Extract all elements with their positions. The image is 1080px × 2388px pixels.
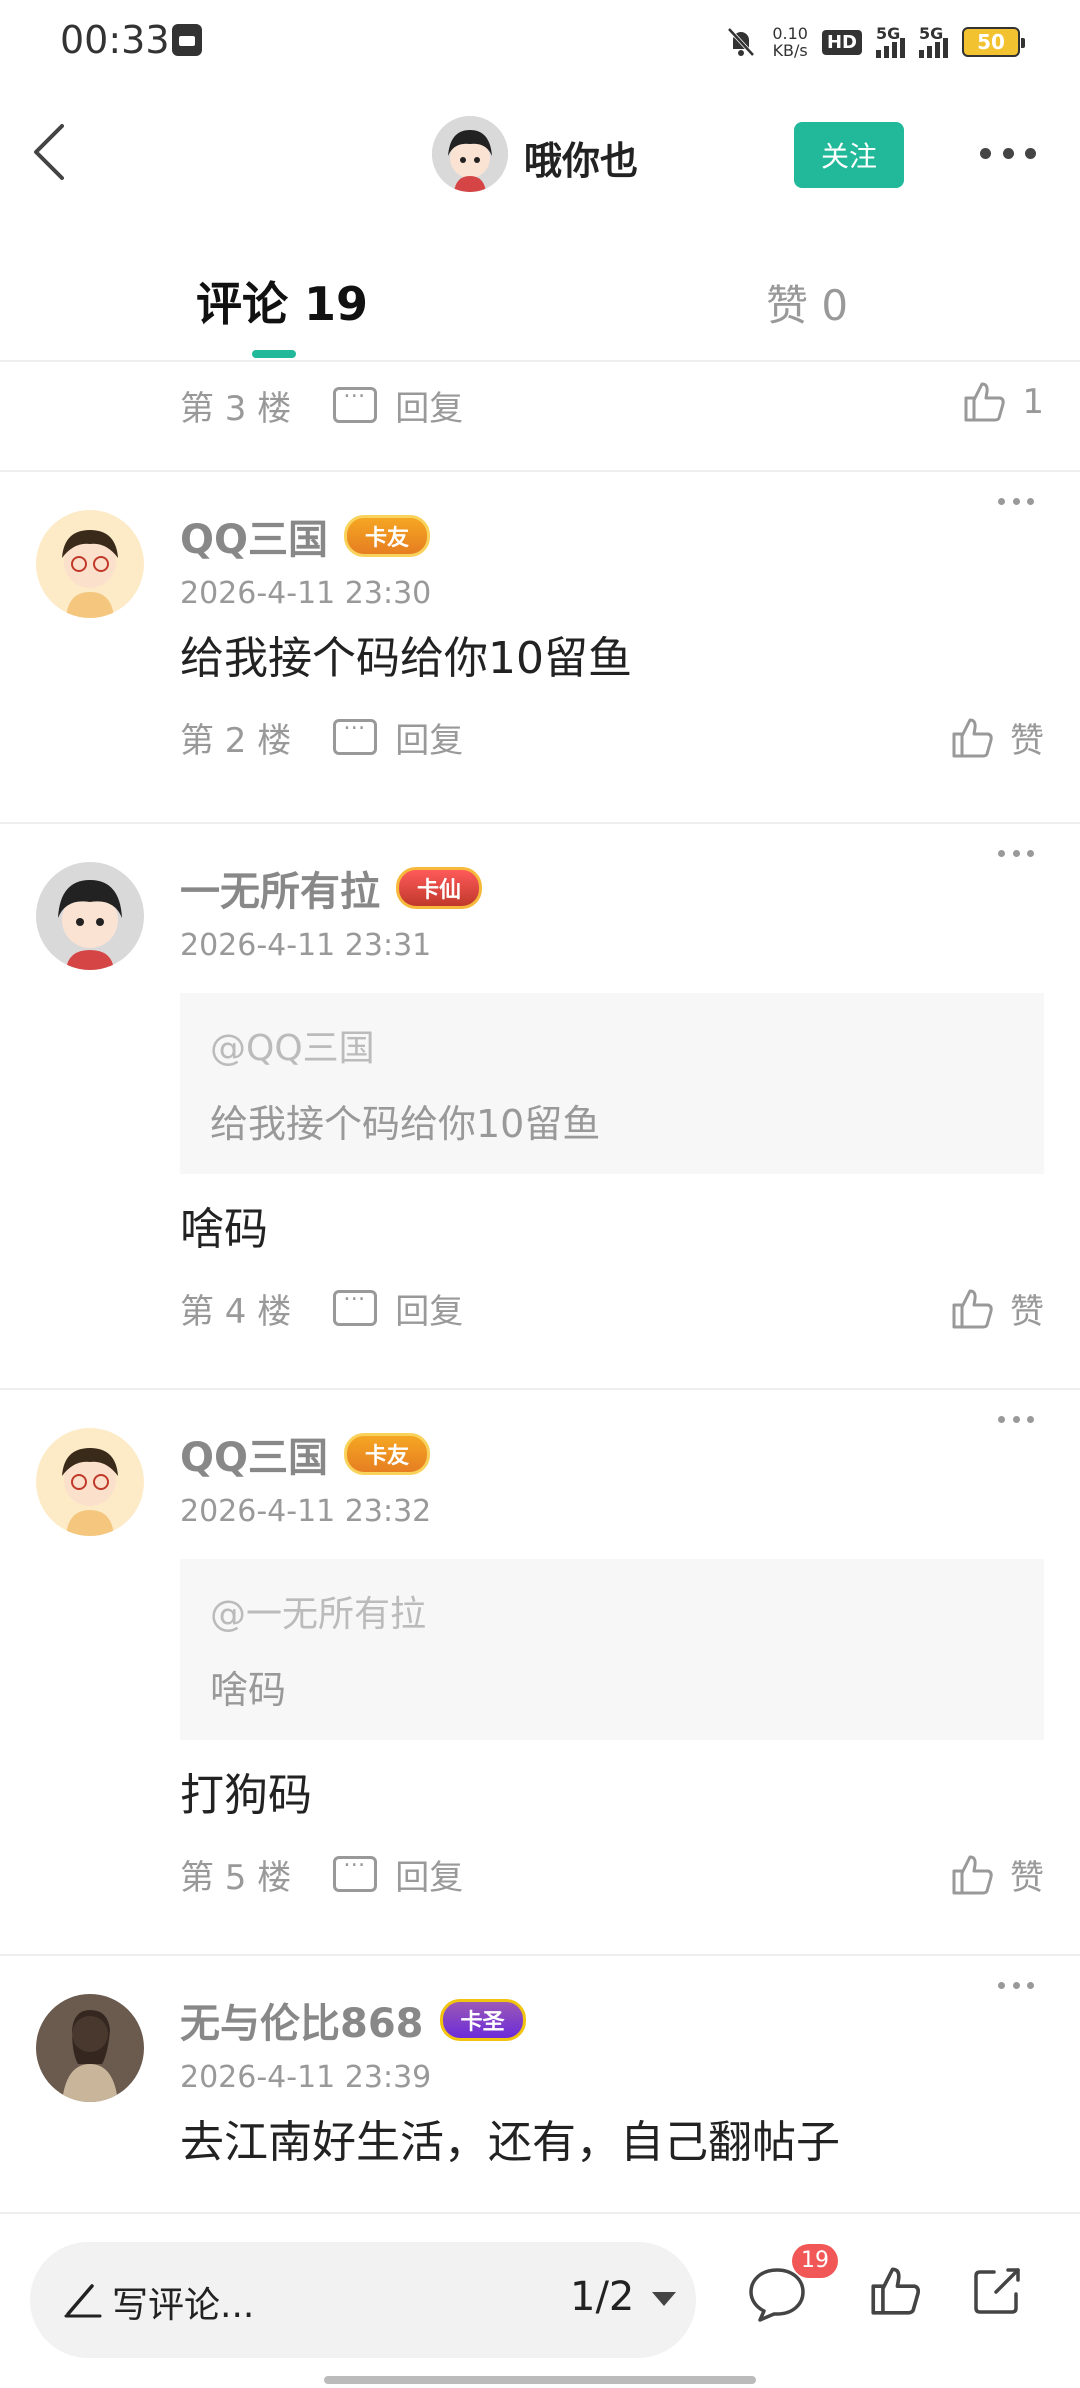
home-indicator[interactable] xyxy=(324,2376,756,2384)
top-nav: 哦你也 关注 xyxy=(0,84,1080,224)
net-speed: 0.10 KB/s xyxy=(772,25,808,59)
more-options-icon[interactable] xyxy=(980,148,1036,162)
reply-button[interactable]: 回复 xyxy=(333,710,464,762)
comment-item-partial: 第 3 楼 回复 1 xyxy=(0,362,1080,472)
like-button[interactable]: 赞 xyxy=(948,1850,1044,1899)
reply-icon xyxy=(333,378,378,423)
quoted-comment[interactable]: @QQ三国 给我接个码给你10留鱼 xyxy=(180,993,1044,1174)
reply-label: 回复 xyxy=(395,388,464,429)
quoted-text: 啥码 xyxy=(210,1668,287,1712)
status-time: 00:33 xyxy=(60,18,170,62)
user-level-badge: 卡友 xyxy=(344,515,431,557)
user-avatar[interactable] xyxy=(36,1428,144,1536)
hd-badge: HD xyxy=(821,29,862,55)
like-label: 赞 xyxy=(1010,721,1044,761)
user-avatar[interactable] xyxy=(36,1994,144,2102)
reply-icon xyxy=(333,1847,378,1892)
comment-more-icon[interactable] xyxy=(998,498,1034,506)
pen-icon xyxy=(64,2284,102,2318)
quoted-user: @一无所有拉 xyxy=(210,1594,427,1635)
follow-button[interactable]: 关注 xyxy=(794,122,904,188)
user-level-badge: 卡仙 xyxy=(396,867,483,909)
tab-comments[interactable]: 评论 19 xyxy=(196,268,368,334)
floor-label: 第 2 楼 xyxy=(180,720,292,761)
floor-label: 第 3 楼 xyxy=(180,388,292,429)
comment-more-icon[interactable] xyxy=(998,1416,1034,1424)
mute-bell-icon xyxy=(724,25,758,59)
like-button[interactable]: 赞 xyxy=(948,1284,1044,1333)
reply-button[interactable]: 回复 xyxy=(333,1847,464,1899)
like-label: 赞 xyxy=(1010,1292,1044,1332)
write-comment-input[interactable]: 写评论... 1/2 xyxy=(30,2242,696,2358)
comment-list[interactable]: 第 3 楼 回复 1 QQ三国 卡友 2026-4-11 23:30 xyxy=(0,362,1080,2212)
comment-item: QQ三国 卡友 2026-4-11 23:32 @一无所有拉 啥码 打狗码 第 … xyxy=(0,1390,1080,1956)
thumbs-up-icon xyxy=(952,1855,993,1894)
like-post-icon[interactable] xyxy=(866,2262,924,2320)
user-name[interactable]: 一无所有拉 xyxy=(180,859,380,917)
author-name[interactable]: 哦你也 xyxy=(524,130,638,185)
net-speed-value: 0.10 xyxy=(772,24,808,43)
bottom-action-bar: 写评论... 1/2 19 xyxy=(0,2212,1080,2388)
notification-app-icon xyxy=(172,24,202,56)
reply-label: 回复 xyxy=(395,1857,464,1898)
reply-label: 回复 xyxy=(395,1291,464,1332)
comment-item: 一无所有拉 卡仙 2026-4-11 23:31 @QQ三国 给我接个码给你10… xyxy=(0,824,1080,1390)
thumbs-up-icon xyxy=(964,382,1006,422)
net-speed-unit: KB/s xyxy=(772,41,808,60)
tab-bar: 评论 19 赞 0 xyxy=(0,224,1080,362)
user-name[interactable]: QQ三国 xyxy=(180,1425,328,1483)
user-name[interactable]: 无与伦比868 xyxy=(180,1991,424,2049)
comment-time: 2026-4-11 23:39 xyxy=(180,2060,432,2095)
comment-more-icon[interactable] xyxy=(998,1982,1034,1990)
floor-label: 第 5 楼 xyxy=(180,1857,292,1898)
floor-label: 第 4 楼 xyxy=(180,1291,292,1332)
comment-time: 2026-4-11 23:30 xyxy=(180,576,432,611)
battery-icon: 50 xyxy=(962,27,1025,57)
quoted-user: @QQ三国 xyxy=(210,1028,375,1069)
comment-text: 给我接个码给你10留鱼 xyxy=(180,633,632,684)
comment-item: QQ三国 卡友 2026-4-11 23:30 给我接个码给你10留鱼 第 2 … xyxy=(0,472,1080,824)
like-button[interactable]: 1 xyxy=(960,378,1044,426)
back-arrow-icon[interactable] xyxy=(26,120,76,184)
thumbs-up-icon xyxy=(952,718,993,757)
share-icon[interactable] xyxy=(968,2262,1026,2320)
active-tab-indicator xyxy=(252,350,296,358)
thumbs-up-icon xyxy=(952,1289,993,1328)
status-bar: 00:33 0.10 KB/s HD 5G 5G 50 xyxy=(0,0,1080,84)
user-level-badge: 卡圣 xyxy=(439,1999,526,2041)
comment-text: 打狗码 xyxy=(180,1770,312,1821)
comment-more-icon[interactable] xyxy=(998,850,1034,858)
sim1-network-label: 5G xyxy=(876,24,901,43)
reply-button[interactable]: 回复 xyxy=(333,378,464,430)
user-level-badge: 卡友 xyxy=(344,1433,431,1475)
reply-icon xyxy=(333,1281,378,1326)
like-button[interactable]: 赞 xyxy=(948,713,1044,762)
page-selector[interactable]: 1/2 xyxy=(570,2274,634,2320)
sim2-network-label: 5G xyxy=(919,24,944,43)
tab-likes[interactable]: 赞 0 xyxy=(766,272,848,333)
user-avatar[interactable] xyxy=(36,510,144,618)
status-icons: 0.10 KB/s HD 5G 5G 50 xyxy=(724,22,1025,62)
write-comment-placeholder: 写评论... xyxy=(112,2285,255,2326)
comment-time: 2026-4-11 23:31 xyxy=(180,928,432,963)
signal-sim1-icon: 5G xyxy=(876,24,905,58)
user-name[interactable]: QQ三国 xyxy=(180,507,328,565)
comment-text: 啥码 xyxy=(180,1204,268,1255)
author-avatar[interactable] xyxy=(432,116,508,192)
like-count: 1 xyxy=(1022,382,1044,422)
comment-time: 2026-4-11 23:32 xyxy=(180,1494,432,1529)
reply-icon xyxy=(333,710,378,755)
comment-text: 去江南好生活，还有，自己翻帖子 xyxy=(180,2117,840,2168)
signal-sim2-icon: 5G xyxy=(919,24,948,58)
user-avatar[interactable] xyxy=(36,862,144,970)
reply-label: 回复 xyxy=(395,720,464,761)
like-label: 赞 xyxy=(1010,1858,1044,1898)
comment-count-badge: 19 xyxy=(792,2244,838,2278)
reply-button[interactable]: 回复 xyxy=(333,1281,464,1333)
comment-item: 无与伦比868 卡圣 2026-4-11 23:39 去江南好生活，还有，自己翻… xyxy=(0,1956,1080,2212)
quoted-comment[interactable]: @一无所有拉 啥码 xyxy=(180,1559,1044,1740)
caret-down-icon[interactable] xyxy=(652,2292,676,2306)
quoted-text: 给我接个码给你10留鱼 xyxy=(210,1102,601,1146)
